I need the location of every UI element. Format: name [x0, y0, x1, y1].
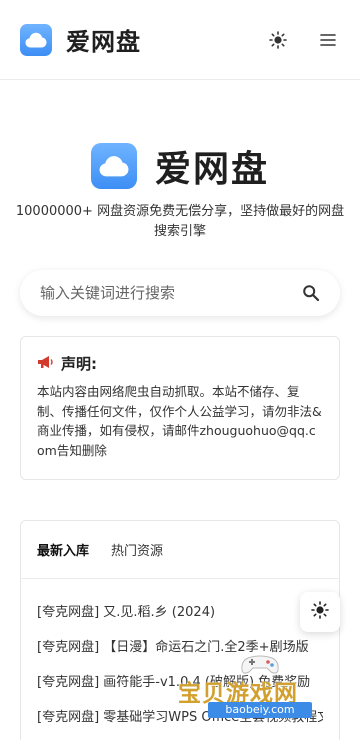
- menu-icon[interactable]: [316, 28, 340, 52]
- list-item[interactable]: [夸克网盘] 画符能手-v1.0.4 (破解版) 免费奖励: [37, 663, 323, 698]
- list-item[interactable]: [夸克网盘] 又.见.稻.乡 (2024): [37, 593, 323, 628]
- sun-icon: [311, 600, 329, 624]
- top-actions: [240, 28, 340, 52]
- search-input[interactable]: [40, 284, 300, 302]
- sun-icon[interactable]: [266, 28, 290, 52]
- search-icon[interactable]: [300, 282, 322, 304]
- hero-title: 爱网盘: [154, 149, 269, 190]
- notice-header: 声明:: [37, 353, 323, 374]
- panel-tabs: 最新入库 热门资源: [21, 521, 339, 579]
- top-bar: 爱网盘: [0, 0, 360, 80]
- tab-hot[interactable]: 热门资源: [111, 540, 163, 559]
- megaphone-icon: [37, 355, 55, 373]
- search-bar: [20, 270, 340, 316]
- resource-panel: 最新入库 热门资源 [夸克网盘] 又.见.稻.乡 (2024) [夸克网盘] 【…: [20, 520, 340, 740]
- tab-latest[interactable]: 最新入库: [37, 540, 89, 559]
- notice-card: 声明: 本站内容由网络爬虫自动抓取。本站不储存、复制、传播任何文件，仅作个人公益…: [20, 336, 340, 480]
- notice-title: 声明:: [61, 355, 97, 373]
- hero-cloud-icon: [90, 143, 137, 189]
- floating-theme-button[interactable]: [300, 592, 340, 632]
- hero: 爱网盘: [0, 140, 360, 192]
- notice-body: 本站内容由网络爬虫自动抓取。本站不储存、复制、传播任何文件，仅作个人公益学习，请…: [37, 384, 322, 458]
- list-item[interactable]: [夸克网盘] 零基础学习WPS Office全套视频教程文件: [37, 698, 323, 733]
- tagline: 10000000+ 网盘资源免费无偿分享，坚持做最好的网盘搜索引擎: [15, 204, 345, 239]
- resource-list: [夸克网盘] 又.见.稻.乡 (2024) [夸克网盘] 【日漫】命运石之门.全…: [21, 579, 339, 733]
- brand-name[interactable]: 爱网盘: [66, 22, 141, 57]
- logo-cloud-icon[interactable]: [20, 23, 52, 56]
- list-item[interactable]: [夸克网盘] 【日漫】命运石之门.全2季+剧场版: [37, 628, 323, 663]
